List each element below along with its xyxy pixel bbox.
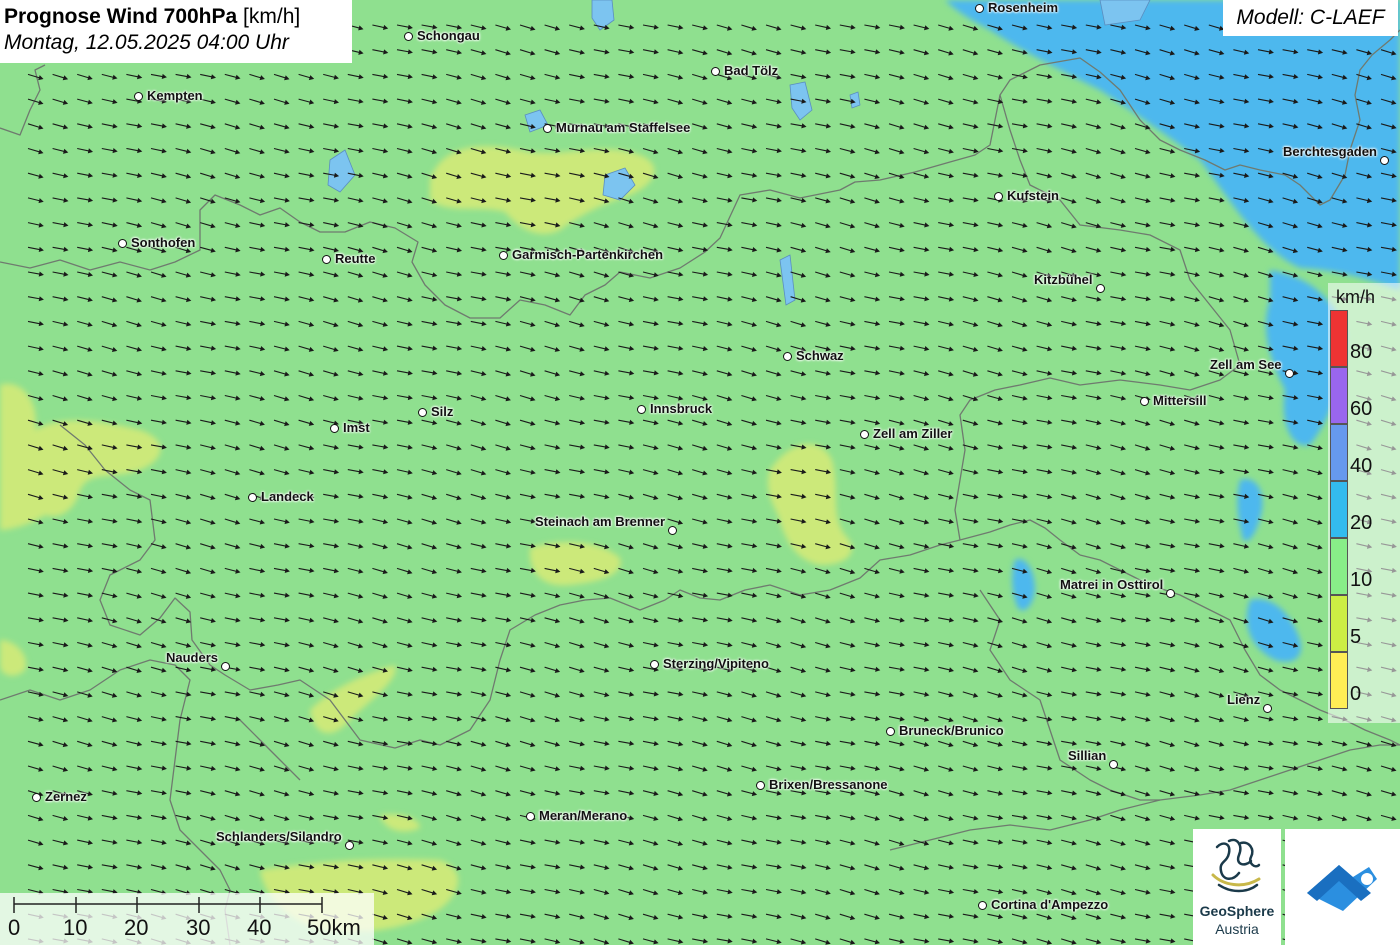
color-legend: km/h 80 60 40 20 10 5 0: [1328, 283, 1400, 723]
legend-label-60: 60: [1350, 398, 1373, 420]
map-title: Prognose Wind 700hPa [km/h]: [4, 4, 348, 30]
scale-label-0: 0: [8, 915, 21, 940]
city-marker: [221, 662, 230, 671]
city-marker: [330, 424, 339, 433]
city-marker: [756, 781, 765, 790]
city-label: Kitzbühel: [1034, 272, 1093, 287]
legend-swatch-5: [1330, 595, 1348, 652]
city-label: Silz: [431, 404, 454, 419]
geosphere-logo[interactable]: GeoSphere Austria: [1193, 829, 1281, 945]
city-marker: [886, 727, 895, 736]
model-label: Modell: C-LAEF: [1223, 0, 1398, 36]
city-label: Schwaz: [796, 348, 844, 363]
city-label: Kufstein: [1007, 188, 1059, 203]
wind-map[interactable]: [0, 0, 1400, 945]
city-label: Garmisch-Partenkirchen: [512, 247, 664, 262]
city-marker: [1285, 369, 1294, 378]
city-marker: [994, 192, 1003, 201]
scale-label-40: 40: [247, 915, 272, 940]
legend-swatch-0: [1330, 652, 1348, 709]
scale-label-20: 20: [124, 915, 149, 940]
city-marker: [711, 67, 720, 76]
city-label: Lienz: [1227, 692, 1261, 707]
scale-bar: 0 10 20 30 40 50km: [0, 893, 374, 945]
city-label: Mittersill: [1153, 393, 1207, 408]
forecast-datetime: Montag, 12.05.2025 04:00 Uhr: [4, 31, 289, 54]
city-label: Schlanders/Silandro: [216, 829, 342, 844]
city-label: Landeck: [261, 489, 314, 504]
city-marker: [118, 239, 127, 248]
city-marker: [978, 901, 987, 910]
city-marker: [860, 430, 869, 439]
city-label: Sillian: [1068, 748, 1107, 763]
title-main: Prognose Wind 700hPa: [4, 5, 238, 28]
city-marker: [345, 841, 354, 850]
city-label: Innsbruck: [650, 401, 713, 416]
legend-label-40: 40: [1350, 455, 1373, 477]
city-label: Zell am Ziller: [873, 426, 953, 441]
city-marker: [248, 493, 257, 502]
city-label: Matrei in Osttirol: [1060, 577, 1164, 592]
city-label: Zernez: [45, 789, 87, 804]
city-marker: [543, 124, 552, 133]
city-marker: [322, 255, 331, 264]
city-marker: [134, 92, 143, 101]
legend-label-5: 5: [1350, 626, 1362, 648]
geosphere-logo-line1: GeoSphere: [1199, 903, 1275, 919]
city-marker: [1263, 704, 1272, 713]
city-label: Imst: [343, 420, 370, 435]
city-marker: [650, 660, 659, 669]
city-label: Schongau: [417, 28, 480, 43]
city-marker: [1380, 156, 1389, 165]
city-label: Brixen/Bressanone: [769, 777, 888, 792]
legend-label-80: 80: [1350, 341, 1373, 363]
scale-label-30: 30: [186, 915, 211, 940]
city-marker: [499, 251, 508, 260]
city-label: Murnau am Staffelsee: [556, 120, 691, 135]
city-label: Kempten: [147, 88, 203, 103]
city-label: Reutte: [335, 251, 376, 266]
city-marker: [32, 793, 41, 802]
legend-unit: km/h: [1336, 287, 1376, 307]
legend-swatch-80: [1330, 310, 1348, 367]
city-marker: [975, 4, 984, 13]
weather-app-logo[interactable]: [1285, 829, 1400, 945]
geosphere-logo-line2: Austria: [1215, 921, 1259, 937]
city-label: Cortina d'Ampezzo: [991, 897, 1109, 912]
city-label: Sterzing/Vipiteno: [663, 656, 769, 671]
city-label: Rosenheim: [988, 0, 1059, 15]
city-marker: [637, 405, 646, 414]
city-marker: [404, 32, 413, 41]
city-label: Meran/Merano: [539, 808, 628, 823]
city-label: Bruneck/Brunico: [899, 723, 1004, 738]
city-marker: [418, 408, 427, 417]
city-marker: [1109, 760, 1118, 769]
legend-label-10: 10: [1350, 569, 1373, 591]
city-marker: [1166, 589, 1175, 598]
title-unit: [km/h]: [243, 5, 301, 28]
city-label: Zell am See: [1210, 357, 1282, 372]
geosphere-logo-icon: [1211, 838, 1261, 893]
city-label: Nauders: [166, 650, 219, 665]
city-label: Bad Tölz: [724, 63, 779, 78]
weather-app-icon: [1307, 865, 1377, 911]
legend-swatch-20: [1330, 481, 1348, 538]
scale-label-50: 50km: [307, 915, 361, 940]
legend-label-20: 20: [1350, 512, 1373, 534]
city-label: Sonthofen: [131, 235, 196, 250]
city-marker: [526, 812, 535, 821]
legend-swatch-60: [1330, 367, 1348, 424]
city-marker: [783, 352, 792, 361]
legend-swatch-10: [1330, 538, 1348, 595]
legend-swatch-40: [1330, 424, 1348, 481]
city-marker: [668, 526, 677, 535]
city-label: Steinach am Brenner: [535, 514, 666, 529]
scale-label-10: 10: [63, 915, 88, 940]
legend-label-0: 0: [1350, 683, 1362, 705]
city-marker: [1096, 284, 1105, 293]
title-box: Prognose Wind 700hPa [km/h] Montag, 12.0…: [0, 0, 352, 63]
city-marker: [1140, 397, 1149, 406]
city-label: Berchtesgaden: [1283, 144, 1377, 159]
